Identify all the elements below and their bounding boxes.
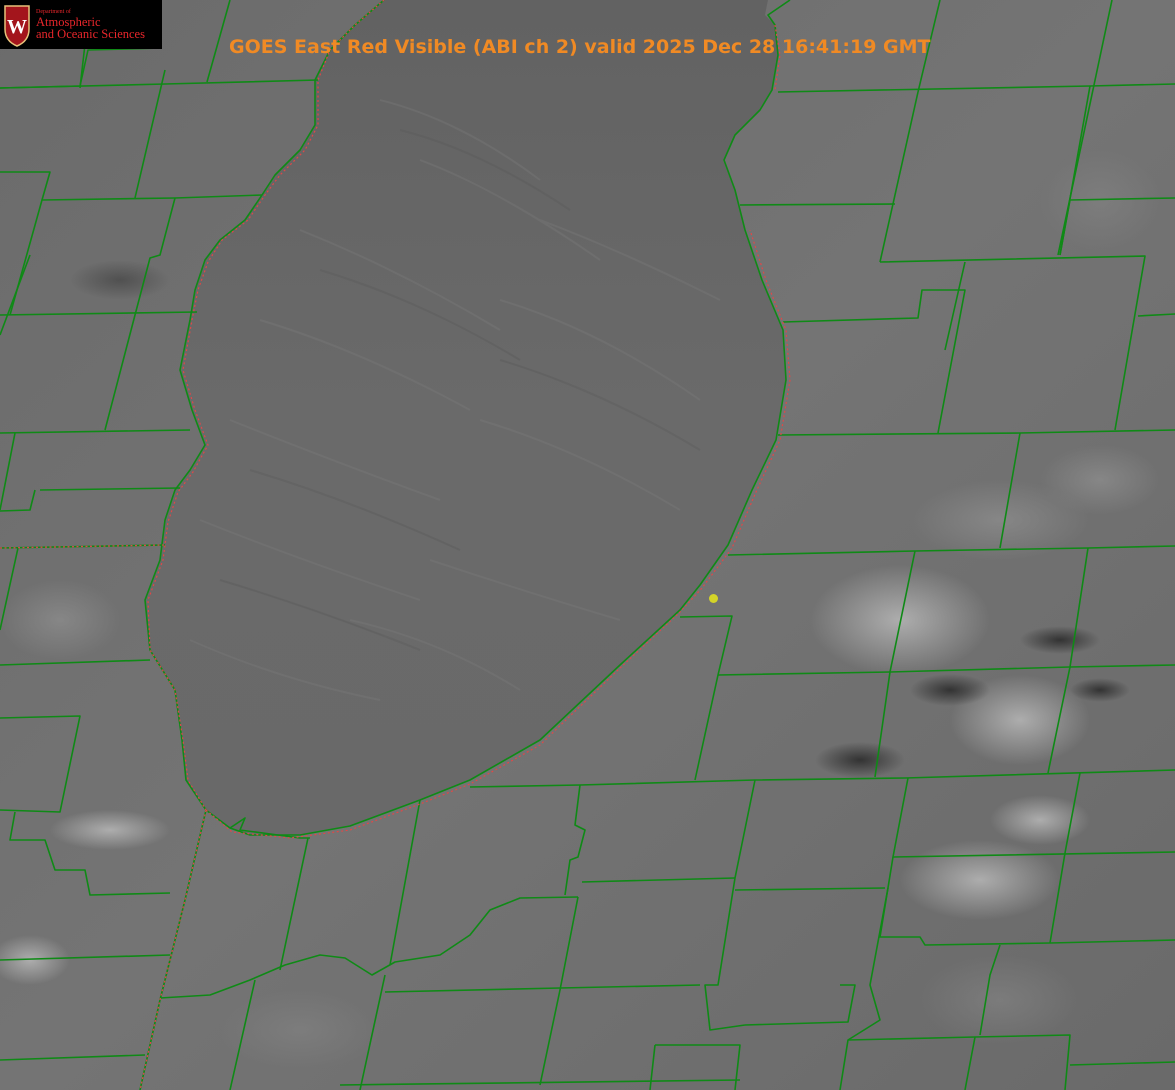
- uw-aos-logo: W Department of Atmospheric and Oceanic …: [0, 0, 162, 49]
- location-dot-icon: [709, 594, 718, 603]
- satellite-map: [0, 0, 1175, 1090]
- logo-text: Department of Atmospheric and Oceanic Sc…: [36, 9, 145, 41]
- image-title: GOES East Red Visible (ABI ch 2) valid 2…: [229, 36, 931, 58]
- logo-line2: and Oceanic Sciences: [36, 27, 145, 41]
- logo-department: Department of: [36, 8, 71, 15]
- satellite-image-viewer: W Department of Atmospheric and Oceanic …: [0, 0, 1175, 1090]
- university-crest-icon: W: [4, 4, 30, 47]
- crest-letter: W: [7, 16, 27, 38]
